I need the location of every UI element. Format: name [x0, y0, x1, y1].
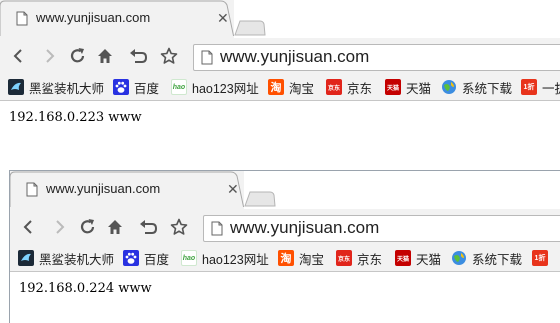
tab-strip: www.yunjisuan.com ✕	[10, 171, 560, 209]
jd-icon: 京东	[326, 79, 342, 95]
home-icon	[108, 220, 122, 234]
tab-close-icon[interactable]: ✕	[217, 10, 229, 26]
undo-button[interactable]	[138, 217, 158, 237]
new-tab-button[interactable]	[234, 20, 266, 36]
tmall-icon: 天猫	[395, 250, 411, 266]
tab-title: www.yunjisuan.com	[46, 181, 161, 196]
reload-button[interactable]	[68, 46, 88, 66]
reload-button[interactable]	[78, 217, 98, 237]
back-arrow-icon	[13, 49, 22, 63]
star-icon	[160, 47, 178, 64]
bookmark-label: 一拔	[542, 81, 560, 96]
new-tab-button[interactable]	[244, 191, 276, 207]
bookmark-label: 天猫	[406, 81, 432, 96]
back-arrow-icon	[23, 220, 32, 234]
hao123-icon: hao	[171, 79, 187, 95]
bookmark-label: 淘宝	[299, 252, 325, 267]
bookmark-label: 黑鲨装机大师	[39, 252, 115, 267]
taobao-icon: 淘	[278, 250, 294, 266]
page-body-text: 192.168.0.224 www	[19, 281, 152, 296]
star-icon	[170, 218, 188, 235]
browser-window-2: www.yunjisuan.com ✕ www.yunjisuan.com 黑鲨…	[9, 170, 560, 323]
browser-tab[interactable]: www.yunjisuan.com ✕	[0, 0, 234, 38]
home-button[interactable]	[105, 217, 125, 237]
bookmark-baidu[interactable]: 百度	[113, 78, 159, 96]
bookmark-label: 系统下载	[462, 81, 513, 96]
bookmark-taobao[interactable]: 淘 淘宝	[268, 78, 314, 96]
undo-button[interactable]	[128, 46, 148, 66]
page-content: 192.168.0.224 www	[10, 272, 560, 323]
bookmarks-bar: 黑鲨装机大师 百度 hao hao123网址 淘 淘宝 京东 京东 天猫 天猫	[0, 74, 560, 101]
baidu-paw-icon	[123, 250, 139, 266]
globe-icon	[451, 250, 467, 266]
bookmark-label: 京东	[357, 252, 383, 267]
bookmark-label: hao123网址	[202, 252, 269, 267]
address-bar-url: www.yunjisuan.com	[220, 47, 370, 66]
bookmark-star-button[interactable]	[159, 46, 179, 66]
address-bar[interactable]: www.yunjisuan.com	[203, 215, 560, 242]
forward-button[interactable]	[50, 217, 70, 237]
navigation-toolbar: www.yunjisuan.com	[10, 209, 560, 245]
bookmark-hao123[interactable]: hao hao123网址	[181, 249, 269, 267]
back-button[interactable]	[8, 46, 28, 66]
page-favicon-icon	[26, 182, 38, 197]
bookmark-label: 京东	[347, 81, 373, 96]
home-icon	[98, 49, 112, 63]
globe-icon	[441, 79, 457, 95]
bookmark-system-download[interactable]: 系统下载	[441, 78, 512, 96]
bookmark-hao123[interactable]: hao hao123网址	[171, 78, 259, 96]
address-bar[interactable]: www.yunjisuan.com	[193, 44, 560, 71]
bookmark-baidu[interactable]: 百度	[123, 249, 169, 267]
bookmark-label: 百度	[134, 81, 160, 96]
forward-arrow-icon	[46, 49, 55, 63]
home-button[interactable]	[95, 46, 115, 66]
tab-close-icon[interactable]: ✕	[227, 181, 239, 197]
bookmark-jd[interactable]: 京东 京东	[336, 249, 382, 267]
bookmark-yizhe[interactable]: 1折 一拔	[521, 78, 560, 96]
bookmark-label: 天猫	[416, 252, 442, 267]
undo-arrow-icon	[130, 49, 148, 63]
bookmark-tmall[interactable]: 天猫 天猫	[385, 78, 431, 96]
bookmark-label: 黑鲨装机大师	[29, 81, 105, 96]
bookmark-system-download[interactable]: 系统下载	[451, 249, 522, 267]
bookmark-label: 百度	[144, 252, 170, 267]
bookmark-heisha[interactable]: 黑鲨装机大师	[18, 249, 114, 267]
taobao-icon: 淘	[268, 79, 284, 95]
page-info-icon	[211, 221, 223, 236]
forward-arrow-icon	[56, 220, 65, 234]
bookmarks-bar: 黑鲨装机大师 百度 hao hao123网址 淘 淘宝 京东 京东 天猫 天猫	[10, 245, 560, 272]
hao123-icon: hao	[181, 250, 197, 266]
undo-arrow-icon	[140, 220, 158, 234]
bookmark-jd[interactable]: 京东 京东	[326, 78, 372, 96]
forward-button[interactable]	[40, 46, 60, 66]
tmall-icon: 天猫	[385, 79, 401, 95]
shark-icon	[18, 250, 34, 266]
bookmark-label: 系统下载	[472, 252, 523, 267]
shark-icon	[8, 79, 24, 95]
baidu-paw-icon	[113, 79, 129, 95]
page-favicon-icon	[16, 11, 28, 26]
page-content: 192.168.0.223 www	[0, 101, 560, 160]
reload-icon	[70, 48, 85, 63]
bookmark-label: 淘宝	[289, 81, 315, 96]
browser-tab[interactable]: www.yunjisuan.com ✕	[10, 171, 244, 209]
onefold-icon: 1折	[521, 79, 537, 95]
bookmark-yizhe[interactable]: 1折	[532, 249, 553, 267]
address-bar-url: www.yunjisuan.com	[230, 218, 380, 237]
bookmark-label: hao123网址	[192, 81, 259, 96]
bookmark-taobao[interactable]: 淘 淘宝	[278, 249, 324, 267]
tab-title: www.yunjisuan.com	[36, 10, 151, 25]
navigation-toolbar: www.yunjisuan.com	[0, 38, 560, 74]
reload-icon	[80, 219, 95, 234]
bookmark-heisha[interactable]: 黑鲨装机大师	[8, 78, 104, 96]
bookmark-star-button[interactable]	[169, 217, 189, 237]
bookmark-tmall[interactable]: 天猫 天猫	[395, 249, 441, 267]
onefold-icon: 1折	[532, 250, 548, 266]
tab-strip: www.yunjisuan.com ✕	[0, 0, 560, 38]
browser-window-1: www.yunjisuan.com ✕ www.yunjisuan.com 黑鲨…	[0, 0, 560, 160]
page-body-text: 192.168.0.223 www	[9, 110, 142, 125]
jd-icon: 京东	[336, 250, 352, 266]
page-info-icon	[201, 50, 213, 65]
back-button[interactable]	[18, 217, 38, 237]
